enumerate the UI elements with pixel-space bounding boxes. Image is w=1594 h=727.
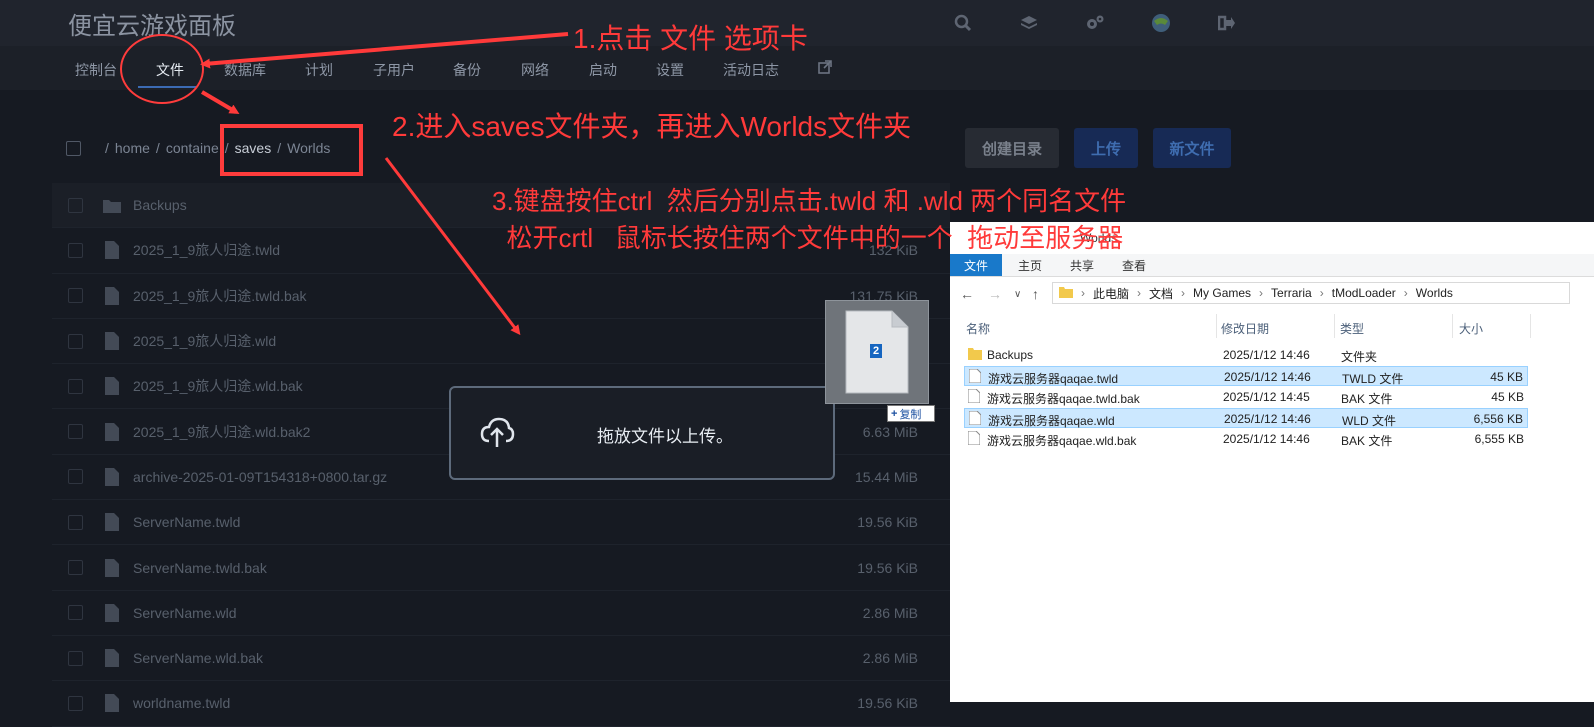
annotation-step3: 3.键盘按住ctrl 然后分别点击.twld 和 .wld 两个同名文件 松开c…	[492, 186, 1127, 253]
annotation-step2: 2.进入saves文件夹，再进入Worlds文件夹	[392, 111, 912, 142]
annotation-step1: 1.点击 文件 选项卡	[573, 23, 808, 54]
